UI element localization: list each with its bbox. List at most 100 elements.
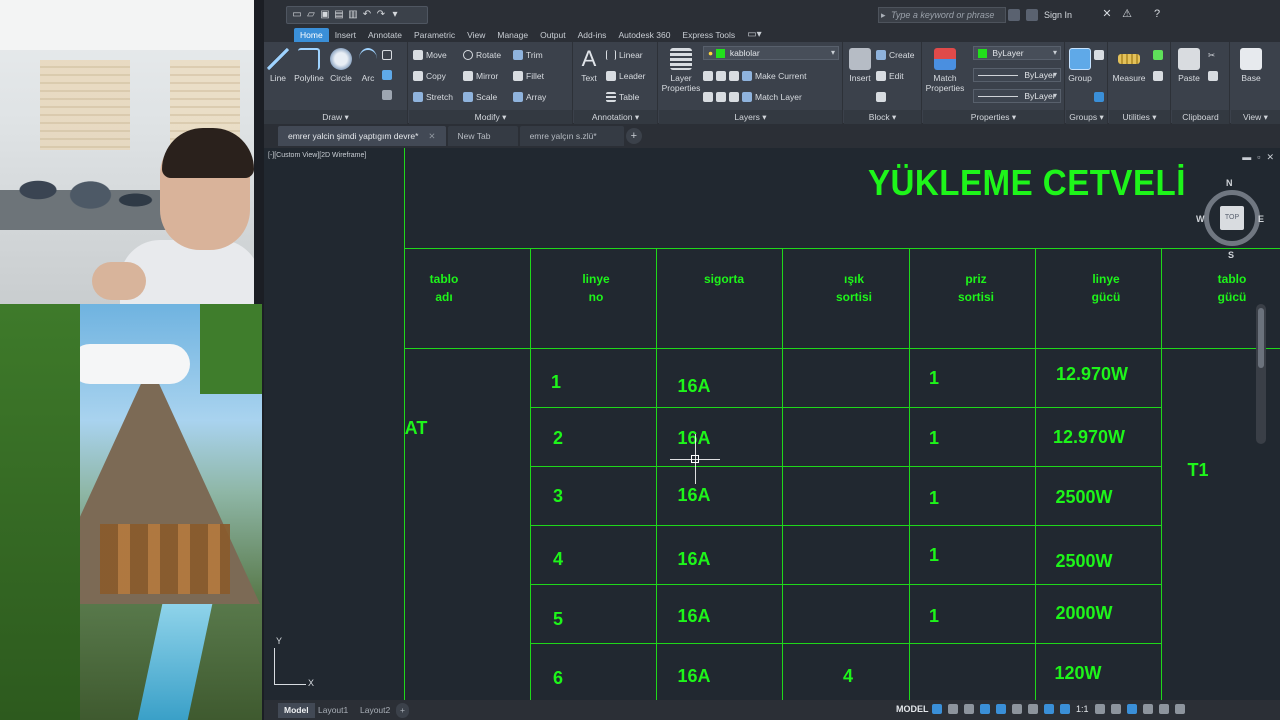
help-icon[interactable]: ? [1150,7,1164,21]
file-tab-active[interactable]: emrer yalcin şimdi yaptıgım devre* ✕ [278,126,446,146]
viewport-controls-label[interactable]: [-][Custom View][2D Wireframe] [268,152,366,159]
tab-annotate[interactable]: Annotate [362,28,408,42]
draw-panel-title[interactable]: Draw ▾ [264,110,407,124]
new-tab-button[interactable]: + [625,128,642,144]
cut-button[interactable]: ✂ [1208,48,1215,62]
autoscale-icon[interactable] [1060,704,1070,714]
save-icon[interactable]: ▣ [319,9,331,21]
create-block-button[interactable]: Create [876,48,915,62]
layer-state-icon[interactable] [703,71,713,81]
redo-icon[interactable]: ↷ [375,9,387,21]
layout1-tab[interactable]: Layout1 [312,703,354,718]
block-attributes-button[interactable] [876,90,886,104]
hardware-acceleration-icon[interactable] [1142,704,1153,714]
model-tab[interactable]: Model [278,703,315,718]
drawing-viewport[interactable]: [-][Custom View][2D Wireframe] ▬ ▫ ✕ YÜK… [264,148,1280,700]
lineweight-icon[interactable] [1028,704,1038,714]
ungroup-button[interactable] [1094,48,1104,62]
quick-select-button[interactable] [1153,48,1163,62]
tab-express-tools[interactable]: Express Tools [676,28,741,42]
group-selection-toggle[interactable] [1094,90,1104,104]
save-as-icon[interactable]: ▤ [333,9,345,21]
vertical-scrollbar[interactable] [1256,304,1266,444]
copy-clip-button[interactable] [1208,69,1218,83]
model-space-button[interactable]: MODEL [896,704,929,714]
layer-dropdown[interactable]: ● kablolar ▾ [703,46,839,60]
modify-panel-title[interactable]: Modify ▾ [409,110,572,124]
new-file-icon[interactable]: ▭ [291,9,303,21]
exchange-icon[interactable]: ✕ [1100,7,1114,21]
region-tool[interactable] [382,88,392,102]
group-button[interactable]: Group [1068,48,1092,83]
rectangle-tool[interactable] [382,48,392,62]
layout2-tab[interactable]: Layout2 [354,703,396,718]
line-button[interactable]: Line [266,48,290,83]
stretch-button[interactable]: Stretch [413,90,453,104]
undo-icon[interactable]: ↶ [361,9,373,21]
tab-manage[interactable]: Manage [491,28,534,42]
circle-button[interactable]: Circle [328,48,354,83]
sign-in-area[interactable]: Sign In [1008,7,1072,23]
paste-button[interactable]: Paste [1174,48,1204,83]
layer-properties-button[interactable]: Layer Properties [661,48,701,93]
clipboard-panel-title[interactable]: Clipboard [1172,110,1229,124]
scrollbar-thumb[interactable] [1258,308,1264,368]
move-button[interactable]: Move [413,48,447,62]
tab-home[interactable]: Home [294,28,329,42]
tab-output[interactable]: Output [534,28,572,42]
layer-unlock-icon[interactable] [729,92,739,102]
hatch-tool[interactable] [382,68,392,82]
linetype-dropdown[interactable]: ByLayer ▾ [973,68,1061,82]
calculator-button[interactable] [1153,69,1163,83]
groups-panel-title[interactable]: Groups ▾ [1066,110,1107,124]
match-properties-button[interactable]: Match Properties [925,48,965,93]
copy-button[interactable]: Copy [413,69,446,83]
binoculars-icon[interactable] [1008,9,1020,21]
new-layout-button[interactable]: + [396,703,409,718]
clean-screen-icon[interactable] [1158,704,1169,714]
snap-icon[interactable] [948,704,958,714]
file-tab[interactable]: emre yalçın s.zlü*✕ [519,126,624,146]
base-view-button[interactable]: Base [1237,48,1265,83]
qat-menu-icon[interactable]: ▾ [389,9,401,21]
tab-autodesk-360[interactable]: Autodesk 360 [612,28,676,42]
ribbon-minimize-icon[interactable]: ▭▾ [741,28,767,42]
properties-panel-title[interactable]: Properties ▾ [923,110,1064,124]
plus-icon[interactable] [1110,704,1121,714]
annotation-visibility-icon[interactable] [1044,704,1054,714]
array-button[interactable]: Array [513,90,546,104]
view-panel-title[interactable]: View ▾ [1231,110,1280,124]
tab-view[interactable]: View [461,28,491,42]
print-icon[interactable]: ▥ [347,9,359,21]
grid-icon[interactable] [932,704,942,714]
layer-isolate-icon[interactable] [716,71,726,81]
table-button[interactable]: Table [606,90,639,104]
gear-icon[interactable] [1094,704,1105,714]
osnap-icon[interactable] [996,704,1006,714]
fillet-button[interactable]: Fillet [513,69,544,83]
search-input[interactable]: ▸ Type a keyword or phrase [878,7,1006,23]
customization-icon[interactable] [1174,704,1185,714]
leader-button[interactable]: Leader [606,69,645,83]
linear-button[interactable]: Linear [606,48,643,62]
make-current-label[interactable]: Make Current [755,69,807,83]
otrack-icon[interactable] [1012,704,1022,714]
arc-button[interactable]: Arc [358,48,378,83]
isolate-objects-icon[interactable] [1126,704,1137,714]
measure-button[interactable]: Measure [1111,48,1147,83]
layer-lock-icon[interactable] [716,92,726,102]
ortho-icon[interactable] [964,704,974,714]
insert-block-button[interactable]: Insert [846,48,874,83]
polyline-button[interactable]: Polyline [292,48,326,83]
tab-insert[interactable]: Insert [329,28,362,42]
user-network-icon[interactable]: ⚠ [1120,7,1134,21]
mirror-button[interactable]: Mirror [463,69,498,83]
open-file-icon[interactable]: ▱ [305,9,317,21]
scale-button[interactable]: Scale [463,90,497,104]
trim-button[interactable]: Trim [513,48,543,62]
match-layer-label[interactable]: Match Layer [755,90,802,104]
utilities-panel-title[interactable]: Utilities ▾ [1109,110,1170,124]
rotate-button[interactable]: Rotate [463,48,501,62]
tab-parametric[interactable]: Parametric [408,28,461,42]
close-icon[interactable]: ✕ [428,131,435,141]
